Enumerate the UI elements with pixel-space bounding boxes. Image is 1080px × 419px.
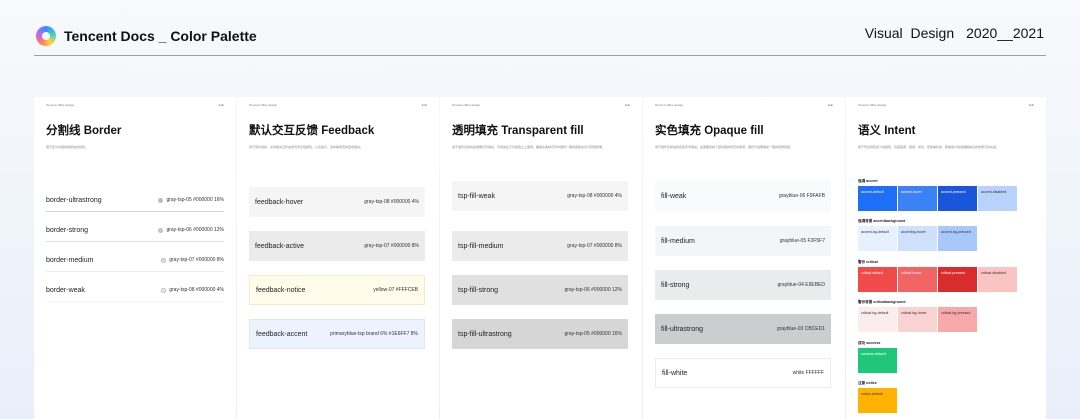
swatch-fill-strong: fill-strong grayblue-04 E9EBED	[655, 270, 831, 300]
panel-head-left: Tencent office design	[858, 103, 887, 107]
panel-intent: Tencent office design Edit 语义 Intent 用于传达…	[846, 97, 1046, 419]
panel-title: 实色填充 Opaque fill	[655, 125, 764, 137]
panel-head-right: Edit	[827, 103, 833, 107]
swatch-fill-ultrastrong: fill-ultrastrong grayblue-03 CBCED1	[655, 314, 831, 344]
swatch-tsp-fill-strong: tsp-fill-strong gray-tsp-06 #000000 12%	[452, 275, 628, 305]
panel-head-left: Tencent office design	[452, 103, 481, 107]
border-sample-strong	[46, 241, 224, 242]
swatch-tsp-fill-medium: tsp-fill-medium gray-tsp-07 #000000 8%	[452, 231, 628, 261]
swatch-dot-icon	[161, 287, 167, 293]
chip-accent-bg-hover: accentbg-hover	[898, 226, 937, 251]
swatch-tsp-fill-weak: tsp-fill-weak gray-tsp-08 #000000 4%	[452, 181, 628, 211]
intent-group-label: 警示背景 criticalbackground	[858, 300, 906, 304]
panel-feedback: Tencent office design Edit 默认交互反馈 Feedbac…	[237, 97, 439, 419]
chip-accent-pressed: accent-pressed	[938, 186, 977, 211]
swatch-fill-medium: fill-medium grayblue-05 F3F5F7	[655, 226, 831, 256]
top-bar: Tencent Docs _ Color Palette Visual Desi…	[34, 0, 1046, 56]
visual-design-label: Visual Design	[864, 25, 955, 41]
panel-head-right: Edit	[624, 103, 630, 107]
chip-critical-default: critical-default	[858, 267, 897, 292]
panel-head-left: Tencent office design	[249, 103, 278, 107]
border-row: border-weak gray-tsp-08 #000000 4%	[46, 286, 224, 294]
intent-group-label: 注意 notice	[858, 381, 877, 385]
chip-accent-bg-default: accent-bg-default	[858, 226, 897, 251]
panel-border: Tencent office design Edit 分割线 Border 用于区…	[34, 97, 236, 419]
panel-head-left: Tencent office design	[46, 103, 75, 107]
panel-description: 用于区分内容或者模块的线条。	[46, 145, 89, 149]
chip-critical-hover: critical-hover	[898, 267, 937, 292]
panel-description: 用于组件及模块的透明背景填充，可叠加在不同底色之上使用，确保在各种背景中保持一致…	[452, 145, 606, 149]
panel-title: 语义 Intent	[858, 125, 916, 137]
header-right: Visual Design 2020__2021	[865, 25, 1044, 41]
panel-opaque-fill: Tencent office design Edit 实色填充 Opaque fi…	[643, 97, 845, 419]
swatch-feedback-notice: feedback-notice yellow-07 #FFFCEB	[249, 275, 425, 305]
panel-transparent-fill: Tencent office design Edit 透明填充 Transpare…	[440, 97, 642, 419]
border-row: border-strong gray-tsp-06 #000000 12%	[46, 226, 224, 234]
accent-chip-row: accent-default accent-hover accent-press…	[858, 186, 1017, 211]
swatch-fill-weak: fill-weak grayblue-06 F9FAFB	[655, 181, 831, 211]
intent-group-label: 成功 success	[858, 341, 881, 345]
panel-title: 默认交互反馈 Feedback	[249, 125, 375, 137]
panel-head-right: Edit	[421, 103, 427, 107]
swatch-dot-icon	[161, 257, 167, 263]
swatch-tsp-fill-ultrastrong: tsp-fill-ultrastrong gray-tsp-05 #000000 …	[452, 319, 628, 349]
year-range: 2020__2021	[966, 25, 1044, 41]
border-row: border-medium gray-tsp-07 #000000 8%	[46, 256, 224, 264]
panel-head-left: Tencent office design	[655, 103, 684, 107]
border-sample-ultrastrong	[46, 211, 224, 212]
chip-success-default: success-default	[858, 348, 897, 373]
tencent-docs-logo-icon	[36, 26, 56, 46]
panel-description: 用于传达特定含义的颜色，包括强调、错误、成功、警告等状态，帮助用户快速理解信息的…	[858, 145, 1000, 149]
chip-critical-bg-hover: critical-bg-hover	[898, 307, 937, 332]
panel-description: 用于鼠标悬停、点击等交互状态的背景反馈颜色，以及提示、选中等场景的底色填充。	[249, 145, 364, 149]
critical-bg-chip-row: critical-bg-default critical-bg-hover cr…	[858, 307, 977, 332]
intent-group-label: 强调 accent	[858, 179, 878, 183]
intent-group-label: 警示 critical	[858, 260, 878, 264]
chip-accent-hover: accent-hover	[898, 186, 937, 211]
panel-title: 分割线 Border	[46, 125, 122, 137]
chip-critical-bg-default: critical-bg-default	[858, 307, 897, 332]
chip-accent-default: accent-default	[858, 186, 897, 211]
swatch-feedback-accent: feedback-accent primaryblue-tsp brand 6% …	[249, 319, 425, 349]
critical-chip-row: critical-default critical-hover critical…	[858, 267, 1017, 292]
panel-head-right: Edit	[218, 103, 224, 107]
panel-description: 用于组件及模块的实色背景填充，在需要遮挡下层内容的场景中使用，保持与透明填充一致…	[655, 145, 794, 149]
chip-accent-bg-pressed: accent-bg-pressed	[938, 226, 977, 251]
panel-title: 透明填充 Transparent fill	[452, 125, 584, 137]
border-sample-weak	[46, 301, 224, 302]
swatch-fill-white: fill-white white FFFFFF	[655, 358, 831, 388]
border-sample-medium	[46, 271, 224, 272]
swatch-dot-icon	[158, 197, 164, 203]
page-title: Tencent Docs _ Color Palette	[64, 28, 257, 44]
chip-critical-pressed: critical-pressed	[938, 267, 977, 292]
intent-group-label: 强调背景 accentbackground	[858, 219, 906, 223]
panel-head-right: Edit	[1028, 103, 1034, 107]
accent-bg-chip-row: accent-bg-default accentbg-hover accent-…	[858, 226, 977, 251]
swatch-feedback-hover: feedback-hover gray-tsp-08 #000000 4%	[249, 187, 425, 217]
chip-accent-disabled: accent-disabled	[978, 186, 1017, 211]
chip-notice-default: notice-default	[858, 388, 897, 413]
chip-critical-disabled: critical-disabled	[978, 267, 1017, 292]
swatch-dot-icon	[158, 227, 164, 233]
notice-chip-row: notice-default	[858, 388, 897, 413]
swatch-feedback-active: feedback-active gray-tsp-07 #000000 8%	[249, 231, 425, 261]
chip-critical-bg-pressed: critical-bg-pressed	[938, 307, 977, 332]
success-chip-row: success-default	[858, 348, 897, 373]
border-row: border-ultrastrong gray-tsp-05 #000000 16…	[46, 196, 224, 204]
